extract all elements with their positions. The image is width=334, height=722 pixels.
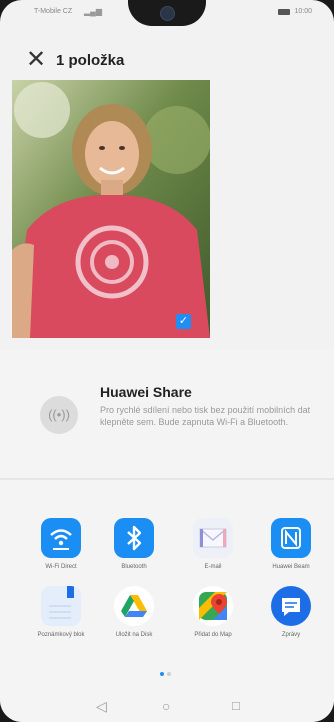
recents-icon[interactable]: □ [232, 698, 240, 713]
phone-screen: T-Mobile CZ ▂▄▆ 10:00 ✕ 1 položka ✓ ((•)… [0, 0, 334, 722]
share-target-wifi-direct[interactable]: Wi-Fi Direct [26, 518, 96, 571]
share-target-google-maps[interactable]: Přidat do Map [178, 586, 248, 639]
share-target-messages[interactable]: Zprávy [256, 586, 326, 639]
google-drive-icon [114, 586, 154, 626]
page-dot [167, 672, 171, 676]
title-bar: ✕ 1 položka [0, 40, 334, 80]
share-target-bluetooth[interactable]: Bluetooth [99, 518, 169, 571]
close-icon[interactable]: ✕ [16, 48, 56, 72]
home-icon[interactable]: ○ [162, 698, 170, 714]
messages-icon [271, 586, 311, 626]
share-target-email[interactable]: E-mail [178, 518, 248, 571]
app-label: E-mail [204, 564, 222, 570]
google-maps-icon [193, 586, 233, 626]
app-label: Poznámkový blok [37, 632, 85, 638]
app-label: Uložit na Disk [115, 632, 153, 638]
app-label: Přidat do Map [194, 632, 232, 638]
front-camera [160, 6, 175, 21]
huawei-share-title[interactable]: Huawei Share [100, 384, 192, 400]
selected-checkbox[interactable]: ✓ [176, 314, 191, 329]
app-label: Huawei Beam [272, 564, 310, 570]
clock: 10:00 [294, 8, 312, 15]
email-icon [193, 518, 233, 558]
carrier-label: T-Mobile CZ [34, 8, 73, 15]
selected-photo[interactable] [12, 80, 210, 338]
signal-icon: ▂▄▆ [84, 7, 102, 16]
huawei-share-icon[interactable]: ((•)) [40, 396, 78, 434]
page-title: 1 položka [56, 51, 125, 69]
photo-image [12, 80, 210, 338]
page-indicator [160, 672, 171, 676]
divider [0, 478, 334, 480]
huawei-share-description[interactable]: Pro rychlé sdílení nebo tisk bez použití… [100, 404, 312, 428]
share-target-google-drive[interactable]: Uložit na Disk [99, 586, 169, 639]
nfc-icon [271, 518, 311, 558]
bluetooth-icon [114, 518, 154, 558]
display-notch [128, 0, 206, 26]
navigation-bar: ◁ ○ □ [0, 690, 334, 722]
app-label: Bluetooth [121, 564, 147, 570]
notepad-icon [41, 586, 81, 626]
share-target-notepad[interactable]: Poznámkový blok [26, 586, 96, 639]
share-target-huawei-beam[interactable]: Huawei Beam [256, 518, 326, 571]
page-dot-active [160, 672, 164, 676]
wifi-direct-icon [41, 518, 81, 558]
app-label: Wi-Fi Direct [45, 564, 77, 570]
app-label: Zprávy [281, 632, 301, 638]
battery-icon [278, 8, 291, 15]
back-icon[interactable]: ◁ [96, 698, 107, 715]
